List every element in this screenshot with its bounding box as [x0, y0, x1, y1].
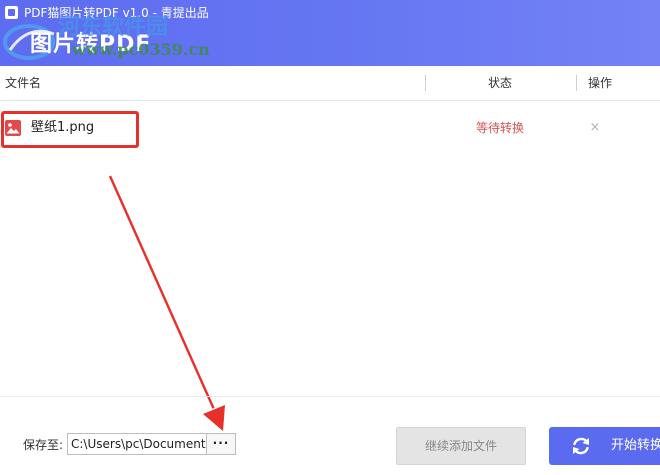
footer-divider — [0, 396, 660, 397]
watermark-site-name: 河东软件园 — [58, 14, 169, 40]
annotation-highlight-box — [1, 111, 139, 148]
browse-folder-button[interactable]: ··· — [207, 433, 236, 455]
refresh-icon — [573, 437, 589, 455]
add-more-files-button[interactable]: 继续添加文件 — [396, 427, 526, 465]
save-to-label: 保存至: — [23, 438, 64, 452]
save-path-field[interactable] — [67, 433, 207, 455]
column-header-actions: 操作 — [588, 76, 613, 90]
save-path-input[interactable] — [68, 434, 206, 454]
status-cell: 等待转换 — [476, 121, 525, 135]
watermark-url: www.pc0359.cn — [72, 40, 210, 59]
column-divider[interactable] — [576, 75, 577, 91]
column-header-status: 状态 — [488, 76, 513, 90]
column-header-file-name: 文件名 — [5, 76, 42, 90]
file-table-header: 文件名 状态 操作 — [0, 66, 660, 101]
column-divider[interactable] — [425, 75, 426, 91]
start-conversion-button[interactable]: 开始转换 — [549, 427, 660, 465]
title-bar: PDF猫图片转PDF v1.0 - 青提出品 图片转PDF 河东软件园 www.… — [0, 0, 660, 66]
start-conversion-label: 开始转换 — [611, 438, 660, 453]
delete-file-button[interactable]: × — [586, 118, 604, 138]
